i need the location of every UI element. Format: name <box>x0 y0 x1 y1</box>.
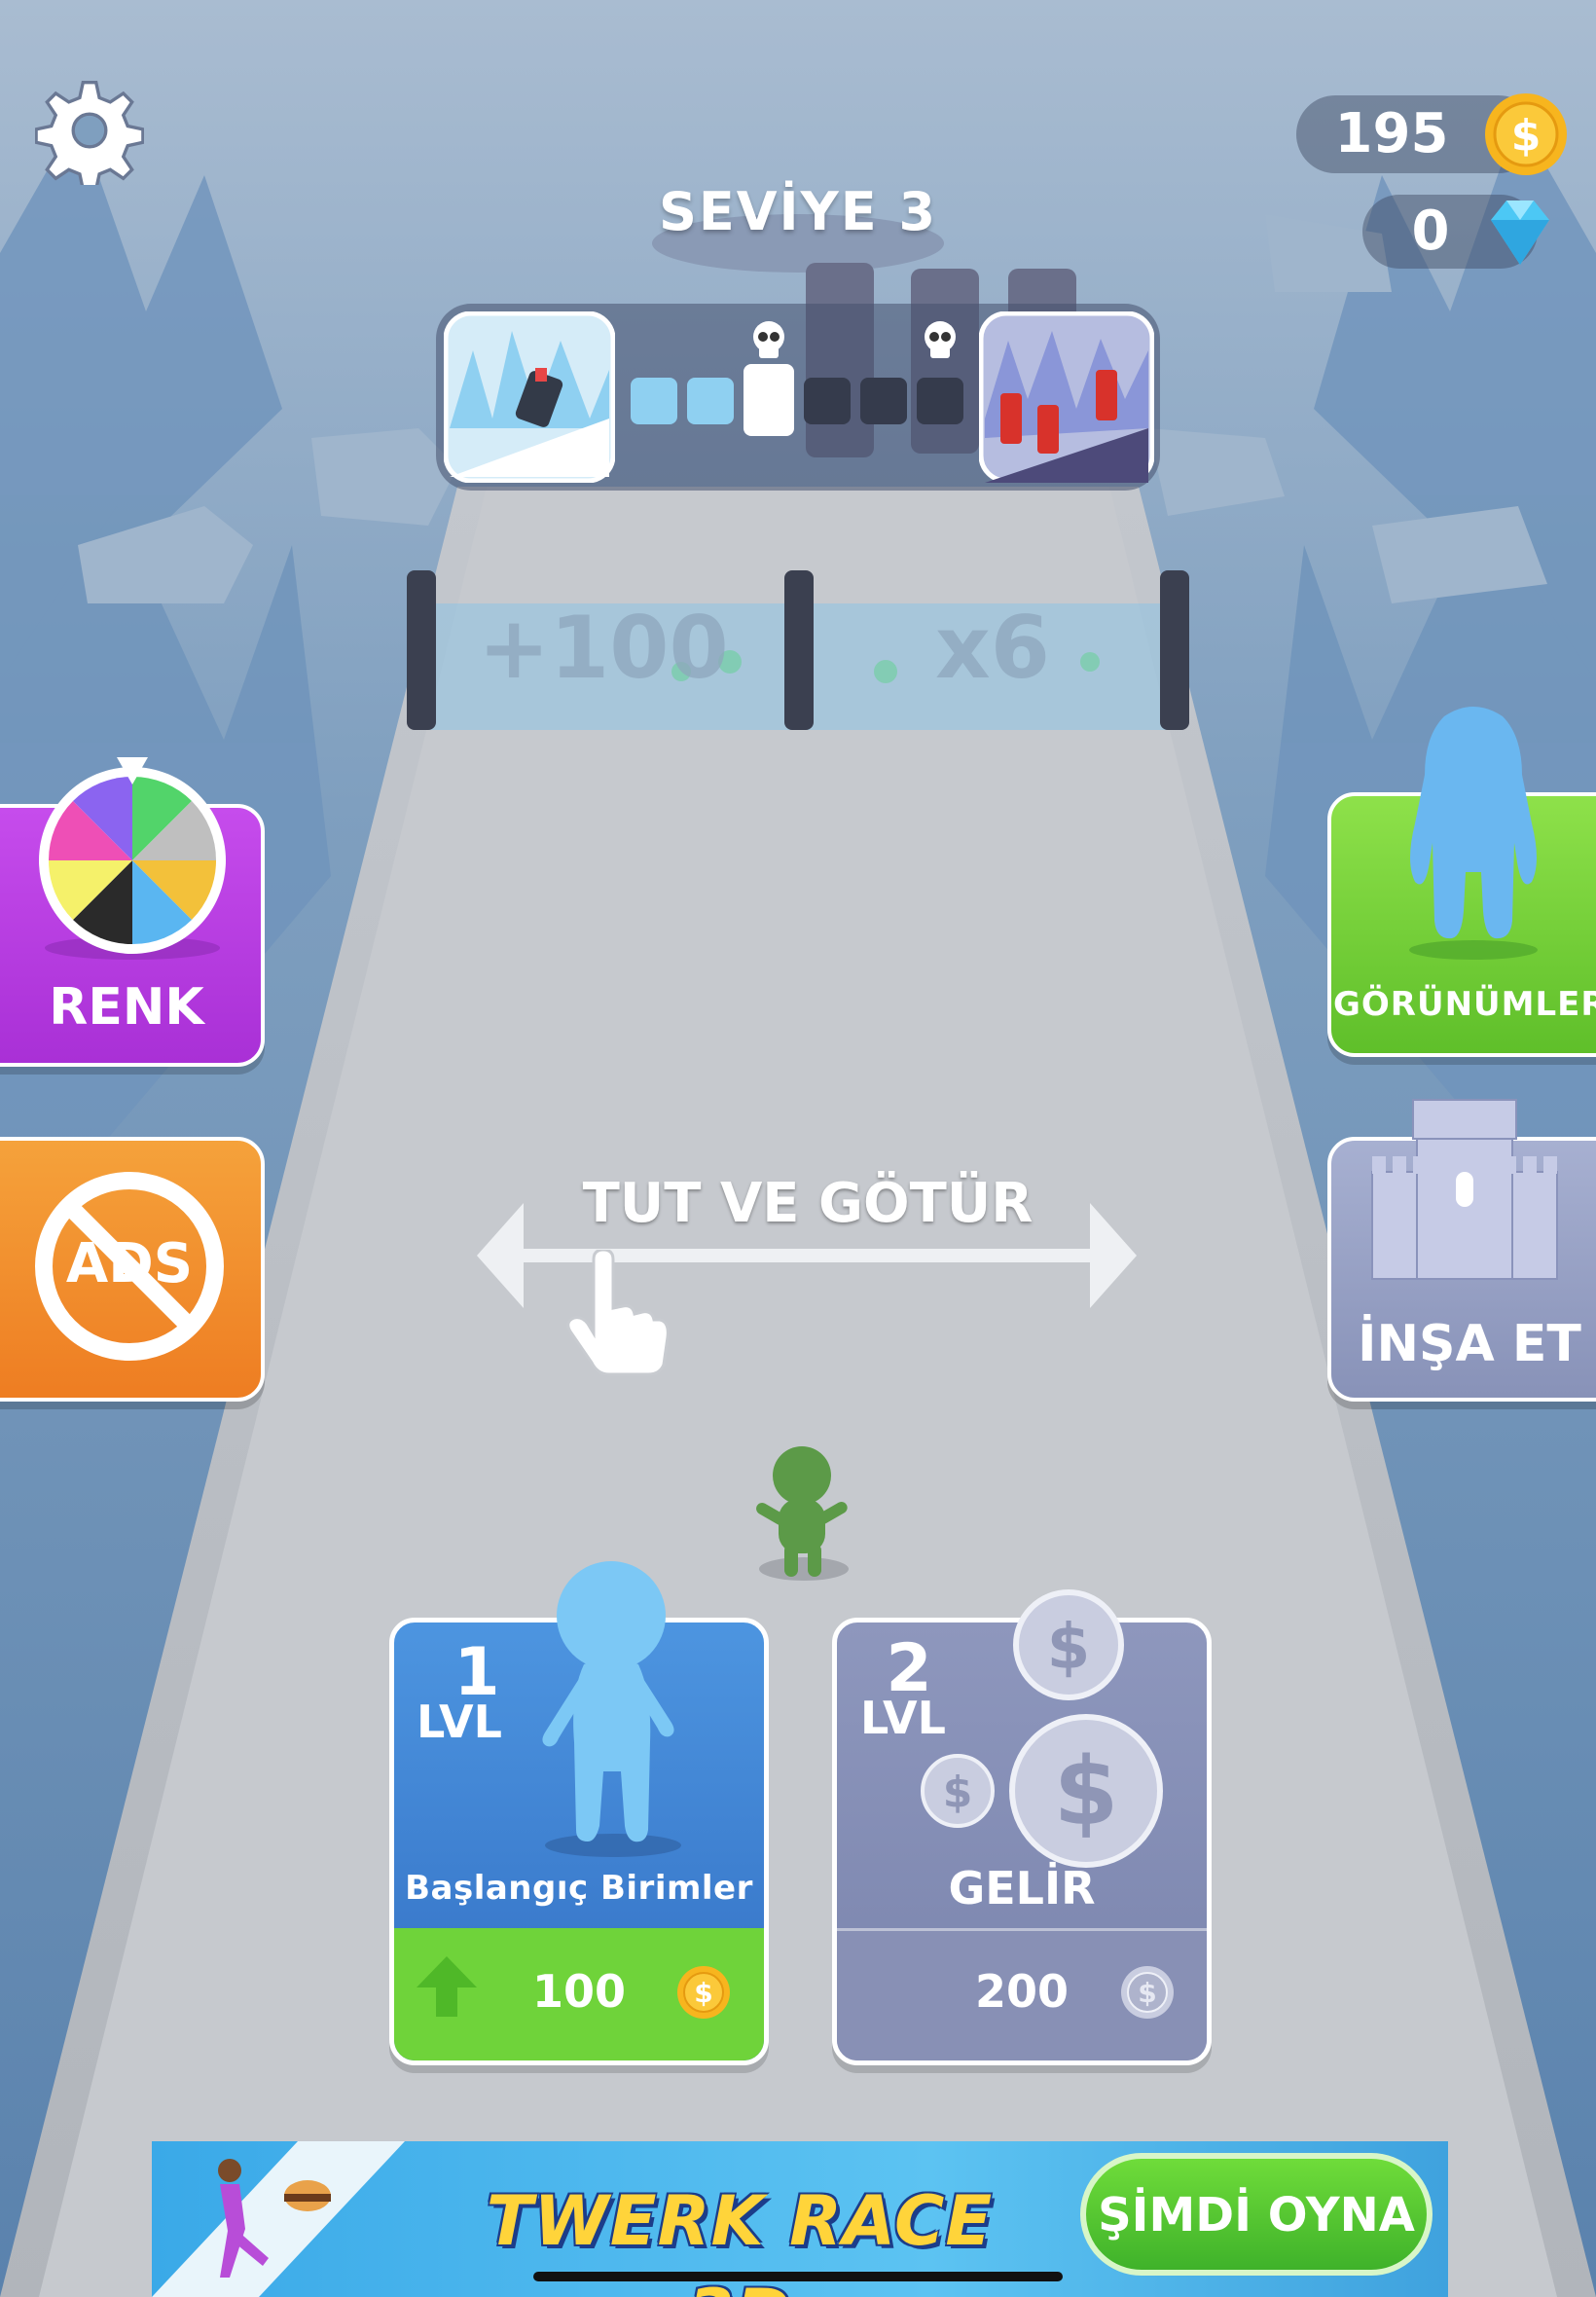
progress-segment-current <box>744 364 794 436</box>
tutorial-hint: TUT VE GÖTÜR <box>582 1172 1034 1235</box>
skins-button-label: GÖRÜNÜMLER <box>1333 985 1596 1024</box>
castle-icon <box>1371 1099 1558 1280</box>
progress-segment <box>631 378 677 424</box>
income-price: 200 <box>974 1965 1070 2018</box>
ad-play-now-label: ŞİMDİ OYNA <box>1098 2188 1415 2242</box>
skull-icon <box>753 321 784 358</box>
gear-icon <box>34 81 145 192</box>
ads-label: ADS <box>65 1232 194 1295</box>
progress-segment <box>917 378 963 424</box>
silver-coin-icon: $ <box>1121 1966 1174 2019</box>
gem-value: 0 <box>1411 200 1450 263</box>
level-title: SEVİYE 3 <box>658 181 938 242</box>
svg-text:$: $ <box>943 1768 973 1817</box>
home-indicator[interactable] <box>533 2272 1063 2281</box>
units-level-label: LVL <box>417 1695 502 1748</box>
gate-left-label: +100 <box>478 598 729 698</box>
progress-segment <box>804 378 851 424</box>
progress-segment <box>687 378 734 424</box>
svg-text:$: $ <box>1047 1612 1091 1684</box>
character-icon <box>1409 707 1538 960</box>
svg-text:$: $ <box>1511 111 1542 161</box>
hand-pointer-icon <box>566 1250 670 1376</box>
coin-icon: $ <box>1485 93 1567 175</box>
color-button-label: RENK <box>49 978 204 1037</box>
gate-right-label: x6 <box>935 598 1050 698</box>
unit-character-icon <box>542 1561 681 1857</box>
current-level-thumbnail <box>444 311 615 483</box>
color-wheel-icon <box>39 757 226 960</box>
units-price: 100 <box>531 1965 627 2018</box>
coin-value: 195 <box>1334 102 1449 165</box>
skull-icon <box>925 321 956 358</box>
units-card-title: Başlangıç Birimler <box>405 1869 753 1908</box>
upgrade-arrow-icon <box>417 1956 477 2017</box>
build-button-label: İNŞA ET <box>1358 1315 1581 1373</box>
income-card-title: GELİR <box>948 1862 1096 1914</box>
svg-text:$: $ <box>1138 1977 1156 2009</box>
ad-runner-image <box>152 2141 405 2297</box>
progress-segment <box>860 378 907 424</box>
coin-icon: $ <box>677 1966 730 2019</box>
boss-level-thumbnail <box>979 311 1154 483</box>
svg-text:$: $ <box>694 1977 712 2009</box>
ad-game-title: TWERK RACE 3D <box>486 2181 994 2297</box>
gem-icon <box>1491 201 1549 265</box>
svg-text:$: $ <box>1054 1737 1119 1846</box>
settings-button[interactable] <box>34 76 145 192</box>
income-level-label: LVL <box>860 1692 946 1744</box>
